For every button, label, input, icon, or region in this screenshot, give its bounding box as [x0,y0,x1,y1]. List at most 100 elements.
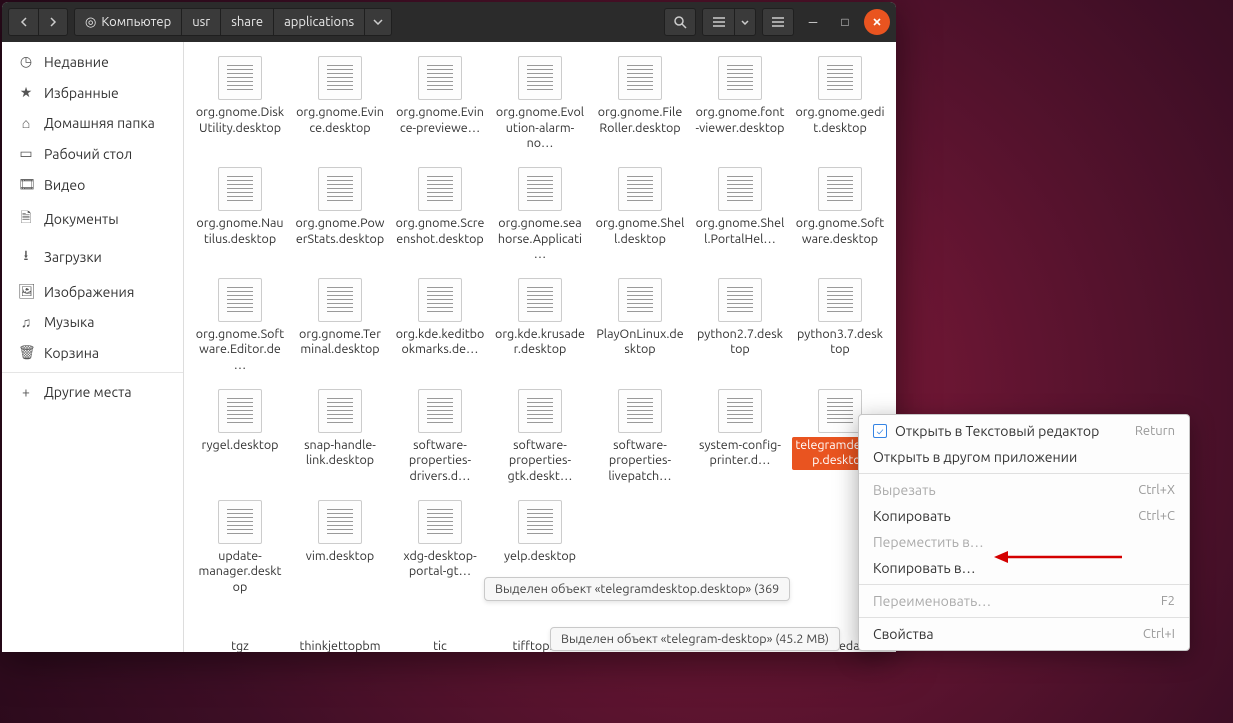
file-item[interactable]: tgz [190,606,290,652]
path-segment-applications[interactable]: applications [274,9,365,35]
context-menu-accel: Ctrl+C [1138,509,1175,523]
file-item[interactable]: python3.7.desktop [790,274,890,379]
sidebar-item-desktop[interactable]: ▭Рабочий стол [2,138,183,169]
sidebar-item-downloads[interactable]: ⭳Загрузки [2,238,183,276]
file-icon [318,389,362,433]
search-button[interactable] [664,8,696,36]
file-name-label: system-config-printer.d… [692,437,788,470]
file-item[interactable]: org.gnome.Evince.desktop [290,52,390,157]
file-item[interactable]: software-properties-gtk.deskt… [490,385,590,490]
file-item[interactable]: org.gnome.PowerStats.desktop [290,163,390,268]
file-item[interactable]: org.gnome.seahorse.Applicati… [490,163,590,268]
file-icon [418,56,462,100]
file-item[interactable]: org.gnome.Software.Editor.de… [190,274,290,379]
sidebar-item-documents[interactable]: 🗎Документы [2,200,183,238]
file-item[interactable]: org.gnome.Screenshot.desktop [390,163,490,268]
path-segment-usr[interactable]: usr [182,9,221,35]
maximize-button[interactable]: □ [832,9,858,35]
file-item[interactable]: software-properties-drivers.d… [390,385,490,490]
file-name-label: thinkjettopbm [296,638,383,652]
view-mode-group [702,8,756,36]
sidebar-item-trash[interactable]: 🗑Корзина [2,337,183,368]
file-item[interactable]: update-manager.desktop [190,496,290,601]
file-item[interactable]: org.gnome.FileRoller.desktop [590,52,690,157]
file-item[interactable]: org.kde.krusader.desktop [490,274,590,379]
forward-button[interactable] [38,8,68,36]
context-menu-item[interactable]: Открыть в другом приложении [859,444,1189,470]
path-segment-share[interactable]: share [221,9,274,35]
clock-icon: ◷ [18,53,34,70]
file-item[interactable]: thinkjettopbm [290,606,390,652]
context-menu: ✓Открыть в Текстовый редакторReturn Откры… [858,414,1190,651]
context-menu-separator [859,473,1189,474]
file-item[interactable]: org.gnome.DiskUtility.desktop [190,52,290,157]
sidebar-item-label: Музыка [44,314,94,330]
list-view-button[interactable] [702,8,734,36]
file-item[interactable]: rygel.desktop [190,385,290,490]
file-item[interactable]: software-properties-livepatch… [590,385,690,490]
file-item[interactable]: org.gnome.Shell.PortalHel… [690,163,790,268]
file-item[interactable]: org.gnome.Evolution-alarm-no… [490,52,590,157]
file-icon [418,389,462,433]
file-item[interactable]: snap-handle-link.desktop [290,385,390,490]
file-item[interactable]: system-config-printer.d… [690,385,790,490]
file-icon [818,56,862,100]
file-item[interactable]: org.gnome.Software.desktop [790,163,890,268]
path-overflow-button[interactable] [365,9,391,35]
sidebar-item-clock[interactable]: ◷Недавние [2,46,183,77]
file-icon [518,167,562,211]
trash-icon: 🗑 [18,344,34,361]
view-dropdown-button[interactable] [734,8,756,36]
close-button[interactable] [864,9,890,35]
sidebar-item-label: Изображения [44,284,134,300]
sidebar-item-music[interactable]: ♫Музыка [2,307,183,337]
context-menu-item[interactable]: СвойстваCtrl+I [859,621,1189,647]
sidebar-item-label: Домашняя папка [44,115,155,131]
context-menu-item: Переместить в… [859,529,1189,555]
sidebar-item-video[interactable]: 🎞Видео [2,169,183,200]
file-icon [618,56,662,100]
file-item[interactable]: org.gnome.Terminal.desktop [290,274,390,379]
file-name-label: snap-handle-link.desktop [292,437,388,470]
file-item[interactable]: org.kde.keditbookmarks.de… [390,274,490,379]
file-item[interactable]: org.gnome.gedit.desktop [790,52,890,157]
context-menu-item[interactable]: Копировать в… [859,555,1189,581]
file-icon [618,278,662,322]
context-menu-item[interactable]: ✓Открыть в Текстовый редакторReturn [859,418,1189,444]
file-icon [718,278,762,322]
file-item[interactable]: PlayOnLinux.desktop [590,274,690,379]
sidebar-item-label: Загрузки [44,249,102,265]
minimize-button[interactable]: ─ [800,9,826,35]
sidebar-item-label: Видео [44,177,85,193]
file-icon [418,167,462,211]
desktop-icon: ▭ [18,145,34,162]
sidebar-item-other-places[interactable]: +Другие места [2,377,183,407]
file-icon [318,167,362,211]
sidebar-item-images[interactable]: 🖼Изображения [2,276,183,307]
file-name-label: org.gnome.Software.desktop [792,215,888,248]
hamburger-menu-button[interactable] [762,8,794,36]
file-name-label: PlayOnLinux.desktop [592,326,688,359]
sidebar-item-star[interactable]: ★Избранные [2,77,183,108]
back-button[interactable] [8,8,38,36]
nav-group [8,8,68,36]
file-item[interactable]: org.gnome.Shell.desktop [590,163,690,268]
file-item[interactable]: vim.desktop [290,496,390,601]
file-item[interactable]: xdg-desktop-portal-gt… [390,496,490,601]
file-item[interactable]: org.gnome.Evince-previewe… [390,52,490,157]
file-icon [518,389,562,433]
file-item[interactable]: org.gnome.font-viewer.desktop [690,52,790,157]
context-menu-label: Открыть в другом приложении [873,449,1077,465]
context-menu-item[interactable]: КопироватьCtrl+C [859,503,1189,529]
file-item[interactable]: org.gnome.Nautilus.desktop [190,163,290,268]
path-segment-root[interactable]: ◎ Компьютер [75,9,182,35]
path-label: usr [192,15,210,29]
file-name-label: org.gnome.PowerStats.desktop [292,215,388,248]
file-name-label: xdg-desktop-portal-gt… [392,548,488,581]
file-icon [718,56,762,100]
file-item[interactable]: tic [390,606,490,652]
documents-icon: 🗎 [18,207,34,231]
sidebar-item-home[interactable]: ⌂Домашняя папка [2,108,183,138]
file-item[interactable]: python2.7.desktop [690,274,790,379]
context-menu-accel: Ctrl+X [1138,483,1175,497]
